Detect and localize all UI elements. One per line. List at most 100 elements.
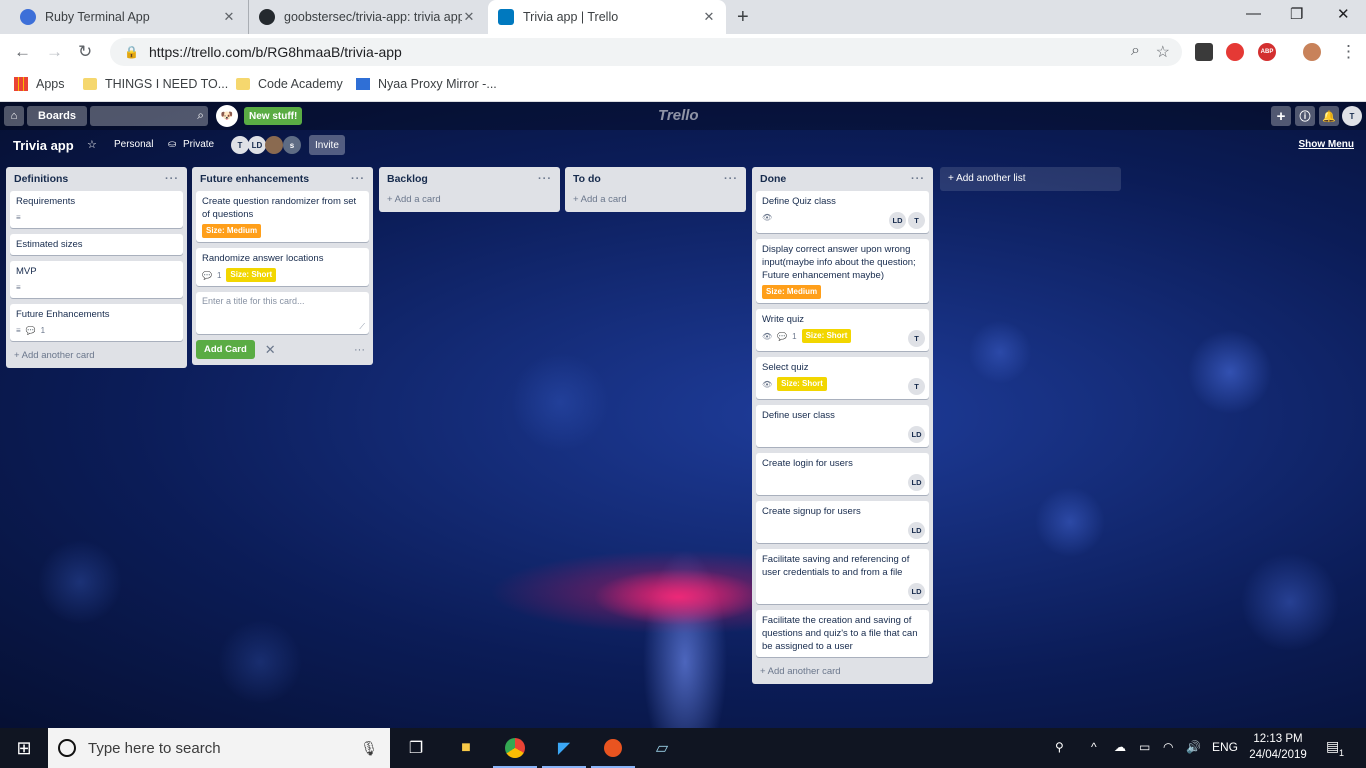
- microphone-icon[interactable]: 🎙: [360, 740, 378, 757]
- member-avatar[interactable]: T: [231, 136, 249, 154]
- volume-icon[interactable]: 🔊: [1186, 740, 1201, 754]
- create-icon[interactable]: +: [1271, 106, 1291, 126]
- member-avatar[interactable]: T: [908, 330, 925, 347]
- board-title[interactable]: Trivia app: [13, 138, 74, 153]
- composer-options-icon[interactable]: ···: [354, 344, 365, 356]
- card[interactable]: Define Quiz class 👁 LD T: [756, 191, 929, 233]
- card[interactable]: Create login for users LD: [756, 453, 929, 495]
- list-title[interactable]: Backlog: [387, 173, 428, 185]
- card[interactable]: Facilitate saving and referencing of use…: [756, 549, 929, 604]
- card[interactable]: Select quiz 👁 Size: Short T: [756, 357, 929, 399]
- mascot-icon[interactable]: 🐶: [216, 105, 238, 127]
- card[interactable]: Create signup for users LD: [756, 501, 929, 543]
- zoom-icon[interactable]: ⌕: [1131, 42, 1140, 60]
- team-button[interactable]: Personal: [114, 139, 153, 150]
- member-avatar-photo[interactable]: [265, 136, 283, 154]
- close-tab-icon[interactable]: ✕: [222, 9, 236, 25]
- taskbar-search-input[interactable]: Type here to search 🎙: [48, 728, 390, 768]
- file-explorer-icon[interactable]: ■: [454, 736, 478, 760]
- language-indicator[interactable]: ENG: [1212, 740, 1238, 754]
- vscode-icon[interactable]: ◤: [552, 736, 576, 760]
- task-view-icon[interactable]: ❐: [404, 736, 428, 760]
- action-center-icon[interactable]: ▤: [1326, 738, 1339, 755]
- list-title[interactable]: To do: [573, 173, 601, 185]
- notepad-icon[interactable]: ▱: [650, 736, 674, 760]
- show-hidden-icons[interactable]: ^: [1091, 740, 1097, 754]
- tab-ruby-terminal-app[interactable]: Ruby Terminal App ✕: [10, 0, 246, 34]
- member-avatar[interactable]: LD: [908, 583, 925, 600]
- member-avatar[interactable]: s: [283, 136, 301, 154]
- new-stuff-button[interactable]: New stuff!: [244, 107, 303, 125]
- list-menu-icon[interactable]: ···: [351, 173, 365, 185]
- card[interactable]: Write quiz 👁 💬 1 Size: Short T: [756, 309, 929, 351]
- add-another-list-button[interactable]: + Add another list: [940, 167, 1121, 191]
- forward-icon[interactable]: →: [46, 42, 63, 62]
- tab-github[interactable]: goobstersec/trivia-app: trivia app ✕: [248, 0, 486, 34]
- card[interactable]: Estimated sizes: [10, 234, 183, 255]
- close-tab-icon[interactable]: ✕: [702, 9, 716, 25]
- home-icon[interactable]: ⌂: [4, 106, 24, 126]
- info-icon[interactable]: ⓘ: [1295, 106, 1315, 126]
- close-tab-icon[interactable]: ✕: [462, 9, 476, 25]
- notifications-icon[interactable]: 🔔: [1319, 106, 1339, 126]
- bookmark-apps[interactable]: Apps: [14, 77, 65, 91]
- notes-icon[interactable]: [1195, 43, 1213, 61]
- star-icon[interactable]: ☆: [87, 138, 97, 151]
- board-search-input[interactable]: ⌕: [90, 106, 208, 126]
- abp-icon[interactable]: ABP: [1258, 43, 1276, 61]
- add-card-submit-button[interactable]: Add Card: [196, 340, 255, 359]
- list-title[interactable]: Definitions: [14, 173, 68, 185]
- card[interactable]: Display correct answer upon wrong input(…: [756, 239, 929, 303]
- back-icon[interactable]: ←: [14, 42, 31, 62]
- card[interactable]: Requirements ≡: [10, 191, 183, 228]
- stop-icon[interactable]: [1226, 43, 1244, 61]
- invite-button[interactable]: Invite: [309, 135, 345, 155]
- close-composer-icon[interactable]: ✕: [265, 342, 276, 358]
- card[interactable]: Define user class LD: [756, 405, 929, 447]
- member-avatar[interactable]: T: [908, 378, 925, 395]
- card[interactable]: Create question randomizer from set of q…: [196, 191, 369, 242]
- windows-start-icon[interactable]: ⊞: [12, 736, 36, 760]
- card[interactable]: MVP ≡: [10, 261, 183, 298]
- profile-avatar-icon[interactable]: [1303, 43, 1321, 61]
- member-avatar[interactable]: LD: [908, 426, 925, 443]
- bookmark-nyaa[interactable]: Nyaa Proxy Mirror -...: [356, 77, 497, 91]
- list-title[interactable]: Done: [760, 173, 786, 185]
- show-menu-button[interactable]: Show Menu: [1298, 139, 1354, 150]
- card[interactable]: Randomize answer locations 💬 1 Size: Short: [196, 248, 369, 286]
- address-bar[interactable]: 🔒 https://trello.com/b/RG8hmaaB/trivia-a…: [110, 38, 1182, 66]
- new-tab-icon[interactable]: +: [737, 6, 749, 29]
- maximize-icon[interactable]: ❐: [1290, 5, 1303, 23]
- menu-icon[interactable]: ⋮: [1340, 42, 1357, 62]
- user-avatar[interactable]: T: [1342, 106, 1362, 126]
- add-card-button[interactable]: + Add a card: [383, 191, 556, 208]
- reload-icon[interactable]: ↻: [78, 42, 92, 62]
- tab-trello[interactable]: Trivia app | Trello ✕: [488, 0, 726, 34]
- card[interactable]: Future Enhancements ≡ 💬 1: [10, 304, 183, 341]
- list-menu-icon[interactable]: ···: [911, 173, 925, 185]
- list-menu-icon[interactable]: ···: [538, 173, 552, 185]
- people-icon[interactable]: ⚲: [1055, 740, 1064, 754]
- resize-handle-icon[interactable]: ⟋: [359, 322, 365, 332]
- add-card-button[interactable]: + Add a card: [569, 191, 742, 208]
- minimize-icon[interactable]: —: [1246, 5, 1261, 22]
- boards-button[interactable]: Boards: [27, 106, 87, 126]
- add-card-button[interactable]: + Add another card: [756, 663, 929, 680]
- member-avatar[interactable]: T: [908, 212, 925, 229]
- visibility-button[interactable]: Private: [183, 139, 214, 150]
- member-avatar[interactable]: LD: [889, 212, 906, 229]
- list-title[interactable]: Future enhancements: [200, 173, 309, 185]
- battery-icon[interactable]: ▭: [1139, 740, 1150, 754]
- card-title-input[interactable]: Enter a title for this card... ⟋: [196, 292, 369, 334]
- list-menu-icon[interactable]: ···: [165, 173, 179, 185]
- member-avatar[interactable]: LD: [908, 474, 925, 491]
- chrome-icon[interactable]: [503, 736, 527, 760]
- wifi-icon[interactable]: ◠: [1163, 740, 1173, 754]
- trello-logo[interactable]: Trello: [658, 107, 699, 124]
- close-window-icon[interactable]: ✕: [1337, 5, 1350, 23]
- card[interactable]: Facilitate the creation and saving of qu…: [756, 610, 929, 657]
- bookmark-star-icon[interactable]: ☆: [1156, 42, 1170, 62]
- system-clock[interactable]: 12:13 PM 24/04/2019: [1244, 731, 1312, 763]
- url-text[interactable]: https://trello.com/b/RG8hmaaB/trivia-app: [149, 44, 402, 60]
- member-avatar[interactable]: LD: [248, 136, 266, 154]
